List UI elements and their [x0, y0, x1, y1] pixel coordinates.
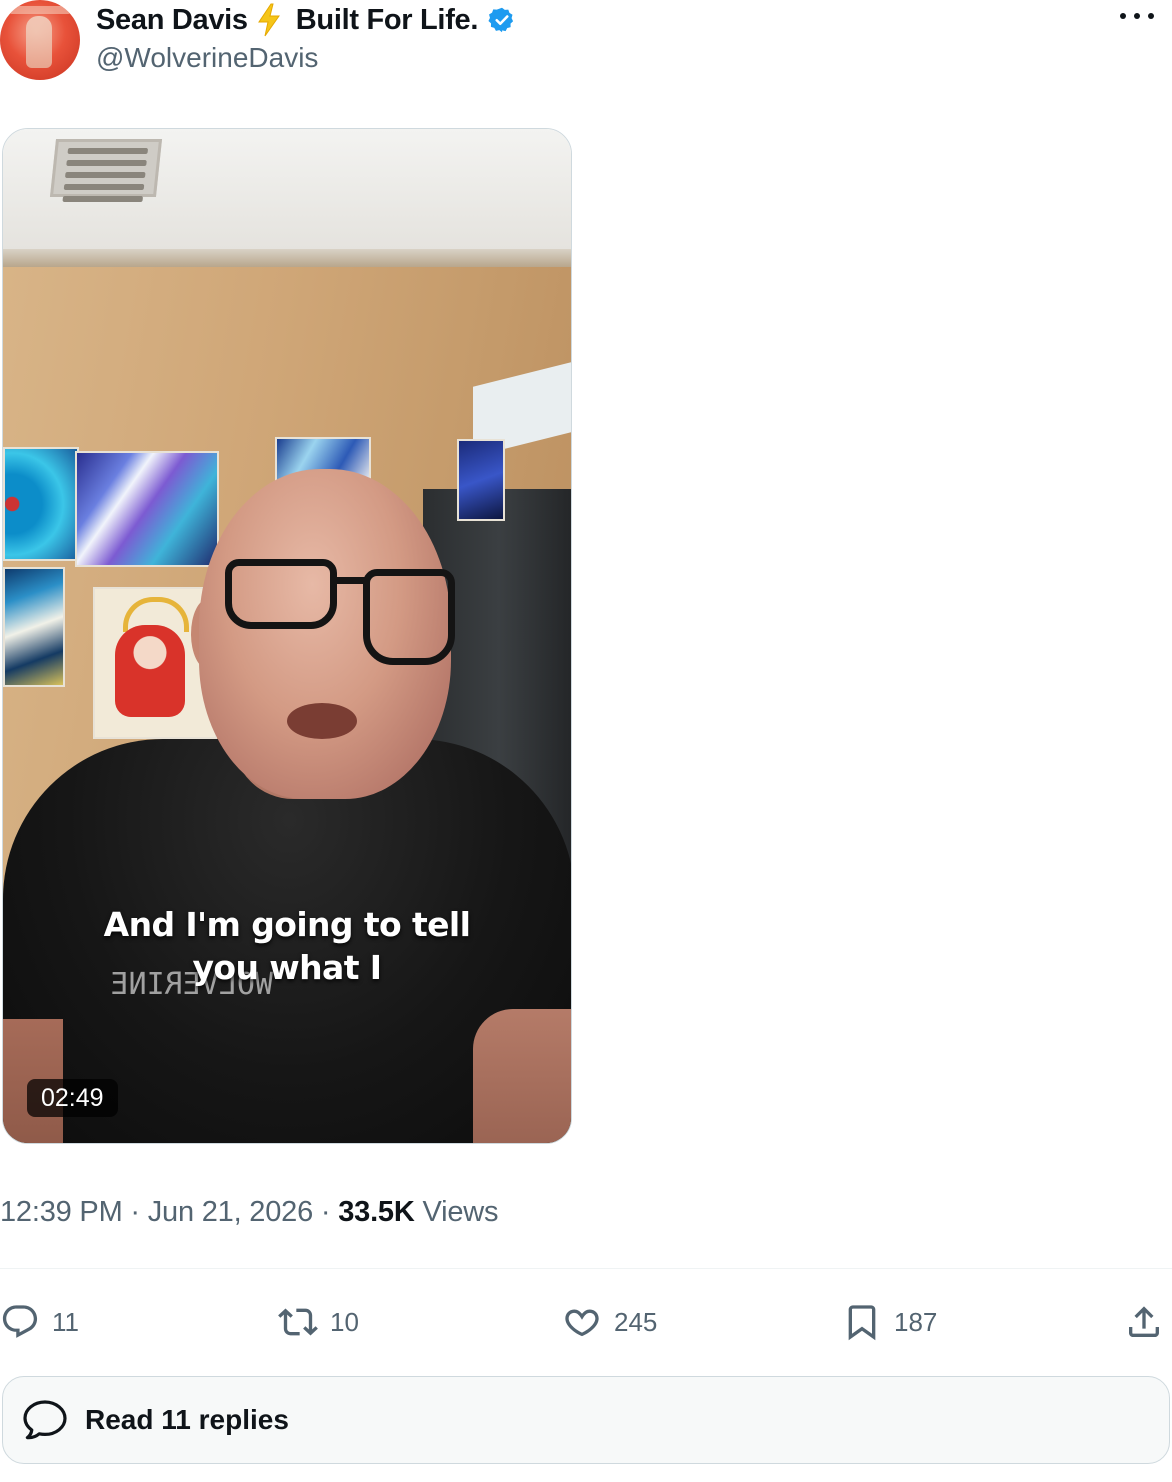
- caption-line: you what I: [192, 948, 383, 987]
- video-player[interactable]: WOLVERINE And I'm going to tell you what…: [2, 128, 572, 1144]
- views-label: Views: [422, 1196, 499, 1228]
- glasses-bridge: [333, 577, 367, 584]
- share-icon: [1129, 1306, 1159, 1337]
- avatar-banner-graphic: [10, 6, 70, 14]
- wall-painting: [457, 439, 505, 521]
- like-button[interactable]: 245: [562, 1300, 657, 1344]
- views-count: 33.5K: [338, 1196, 415, 1228]
- post-date[interactable]: Jun 21, 2026: [148, 1196, 314, 1228]
- person-arm: [473, 1009, 571, 1143]
- like-count: 245: [614, 1306, 658, 1337]
- chat-bubble-icon: [23, 1400, 67, 1440]
- more-options-icon[interactable]: [1120, 4, 1154, 28]
- read-replies-button[interactable]: Read 11 replies: [2, 1376, 1170, 1464]
- glasses-lens: [363, 569, 455, 665]
- reply-count: 11: [52, 1306, 79, 1337]
- repost-button[interactable]: 10: [278, 1300, 359, 1344]
- buddha-graphic: [115, 625, 185, 717]
- reply-icon: [2, 1305, 38, 1338]
- reply-button[interactable]: 11: [0, 1300, 79, 1344]
- wall-painting: [75, 451, 219, 567]
- repost-icon: [278, 1308, 318, 1336]
- author-name-row[interactable]: Sean Davis Built For Life.: [96, 0, 516, 40]
- lightning-bolt-icon: [257, 3, 280, 37]
- bookmark-icon: [848, 1305, 876, 1341]
- author-name[interactable]: Sean Davis: [96, 4, 248, 37]
- bookmark-button[interactable]: 187: [842, 1300, 937, 1344]
- bookmark-count: 187: [894, 1306, 938, 1337]
- post-time[interactable]: 12:39 PM: [0, 1196, 123, 1228]
- person-mouth: [287, 703, 357, 739]
- video-ceiling-edge: [3, 249, 571, 267]
- read-replies-label: Read 11 replies: [85, 1404, 289, 1435]
- heart-icon: [565, 1309, 599, 1337]
- repost-count: 10: [330, 1306, 359, 1337]
- wall-painting: [3, 447, 79, 561]
- ceiling-vent-graphic: [49, 139, 163, 202]
- wall-painting: [3, 567, 65, 687]
- post-metadata: 12:39 PM · Jun 21, 2026 · 33.5K Views: [0, 1196, 499, 1229]
- meta-separator: ·: [320, 1196, 331, 1228]
- glasses-lens: [225, 559, 337, 629]
- verified-badge-icon[interactable]: [488, 6, 516, 34]
- avatar[interactable]: [0, 0, 80, 80]
- author-tagline[interactable]: Built For Life.: [296, 4, 479, 37]
- video-duration-badge: 02:49: [27, 1079, 118, 1117]
- avatar-figure-graphic: [26, 16, 52, 68]
- share-button[interactable]: [1124, 1300, 1164, 1344]
- video-caption: And I'm going to tell you what I: [3, 903, 571, 989]
- caption-line: And I'm going to tell: [103, 905, 471, 944]
- divider: [0, 1268, 1172, 1269]
- author-handle[interactable]: @WolverineDavis: [96, 42, 318, 74]
- meta-separator: ·: [130, 1196, 140, 1228]
